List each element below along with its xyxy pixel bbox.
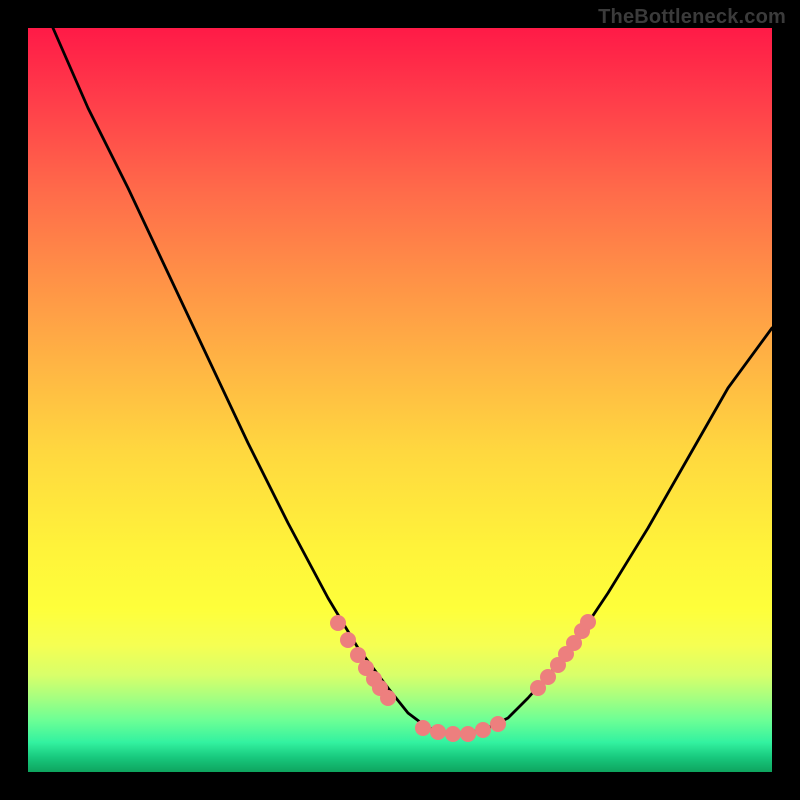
curve-marker [490, 716, 506, 732]
watermark-label: TheBottleneck.com [598, 6, 786, 29]
curve-marker [330, 615, 346, 631]
marker-group [330, 614, 596, 742]
curve-marker [445, 726, 461, 742]
curve-marker [580, 614, 596, 630]
bottleneck-curve [53, 28, 772, 733]
curve-marker [460, 726, 476, 742]
curve-marker [415, 720, 431, 736]
curve-marker [475, 722, 491, 738]
chart-svg [28, 28, 772, 772]
curve-marker [380, 690, 396, 706]
curve-marker [430, 724, 446, 740]
curve-marker [340, 632, 356, 648]
